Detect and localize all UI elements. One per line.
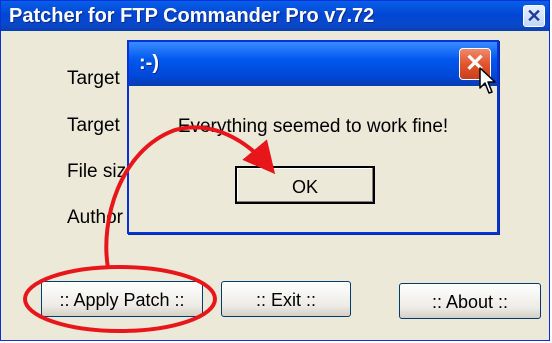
highlight-arrow <box>104 125 276 269</box>
annotation-overlay <box>23 125 276 333</box>
highlight-circle <box>23 265 217 333</box>
